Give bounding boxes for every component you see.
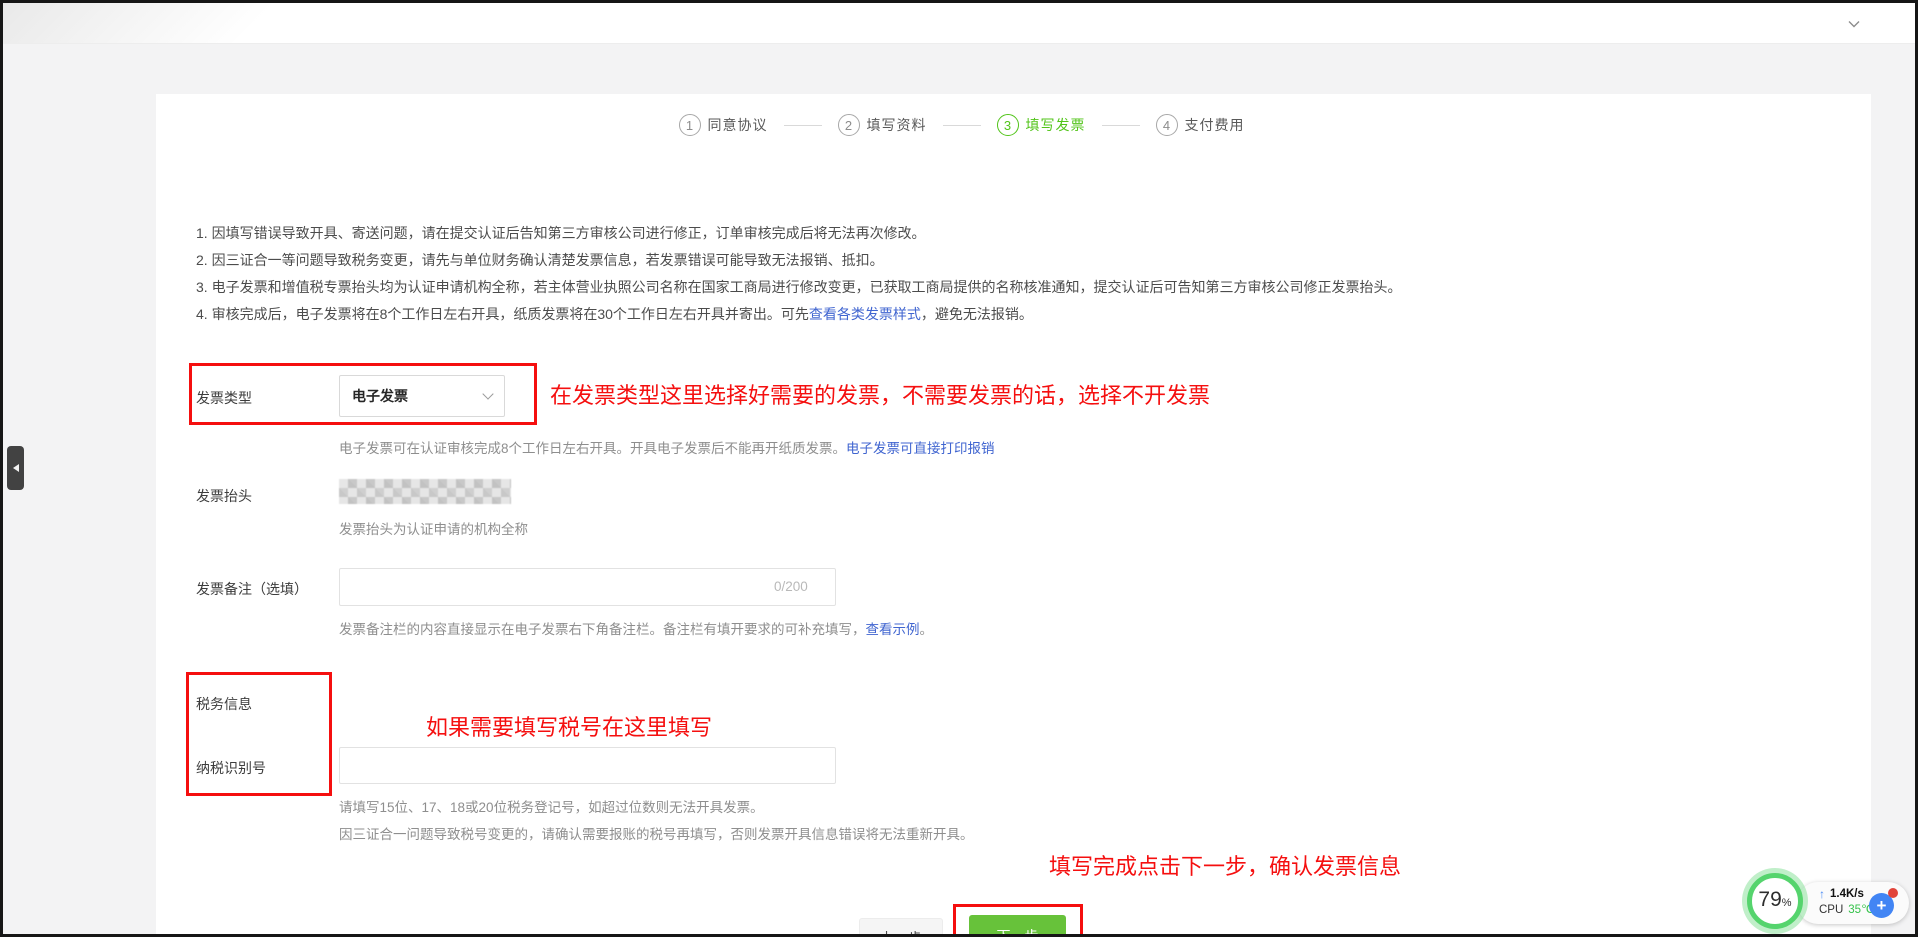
taxpayer-id-label: 纳税识别号: [196, 758, 266, 778]
print-reimburse-link[interactable]: 电子发票可直接打印报销: [846, 441, 995, 456]
step-connector: [943, 125, 981, 126]
invoice-remark-helper: 发票备注栏的内容直接显示在电子发票右下角备注栏。备注栏有填开要求的可补充填写，查…: [339, 618, 933, 638]
invoice-remark-label: 发票备注（选填）: [196, 579, 308, 599]
app-window: 1 同意协议 2 填写资料 3 填写发票 4 支付费用 1. 因填写错误导致开具…: [0, 0, 1918, 937]
invoice-type-helper: 电子发票可在认证审核完成8个工作日左右开具。开具电子发票后不能再开纸质发票。电子…: [339, 437, 995, 457]
chevron-left-icon: [9, 464, 19, 472]
annotation-text-next-step: 填写完成点击下一步，确认发票信息: [1049, 849, 1401, 881]
cpu-label: CPU: [1819, 902, 1843, 918]
tax-helper-line-2: 因三证合一问题导致税号变更的，请确认需要报账的税号再填写，否则发票开具信息错误将…: [339, 823, 974, 843]
annotation-box-invoice-type: [189, 363, 537, 425]
stepper: 1 同意协议 2 填写资料 3 填写发票 4 支付费用: [104, 114, 1819, 136]
step-number: 3: [997, 114, 1019, 136]
network-speed: 1.4K/s: [1830, 886, 1864, 902]
step-connector: [784, 125, 822, 126]
invoice-title-label: 发票抬头: [196, 486, 252, 506]
note-line-3: 3. 电子发票和增值税专票抬头均为认证申请机构全称，若主体营业执照公司名称在国家…: [196, 274, 1402, 301]
remark-helper-text-end: 。: [920, 622, 934, 637]
step-pay: 4 支付费用: [1156, 114, 1245, 136]
step-fill-info: 2 填写资料: [838, 114, 927, 136]
step-label: 填写发票: [1026, 115, 1086, 135]
taxpayer-id-input[interactable]: [339, 747, 836, 784]
step-label: 同意协议: [708, 115, 768, 135]
upload-arrow-icon: ↑: [1819, 886, 1825, 902]
step-fill-invoice: 3 填写发票: [997, 114, 1086, 136]
note-line-4: 4. 审核完成后，电子发票将在8个工作日左右开具，纸质发票将在30个工作日左右开…: [196, 301, 1402, 328]
note-line-1: 1. 因填写错误导致开具、寄送问题，请在提交认证后告知第三方审核公司进行修正，订…: [196, 220, 1402, 247]
usage-percent-unit: %: [1782, 897, 1792, 909]
invoice-notes: 1. 因填写错误导致开具、寄送问题，请在提交认证后告知第三方审核公司进行修正，订…: [196, 220, 1402, 328]
step-number: 2: [838, 114, 860, 136]
annotation-text-tax: 如果需要填写税号在这里填写: [426, 710, 712, 742]
invoice-form-card: 1 同意协议 2 填写资料 3 填写发票 4 支付费用 1. 因填写错误导致开具…: [156, 94, 1871, 937]
invoice-title-helper: 发票抬头为认证申请的机构全称: [339, 518, 528, 538]
prev-step-button[interactable]: 上一步: [859, 918, 943, 937]
note-line-4-text: 4. 审核完成后，电子发票将在8个工作日左右开具，纸质发票将在30个工作日左右开…: [196, 306, 809, 322]
invoice-title-redacted-value: [339, 479, 511, 504]
sidebar-collapse-handle[interactable]: [7, 446, 24, 490]
note-line-2: 2. 因三证合一等问题导致税务变更，请先与单位财务确认清楚发票信息，若发票错误可…: [196, 247, 1402, 274]
invoice-type-helper-text: 电子发票可在认证审核完成8个工作日左右开具。开具电子发票后不能再开纸质发票。: [339, 441, 846, 456]
notification-dot: [1888, 888, 1898, 898]
step-label: 填写资料: [867, 115, 927, 135]
annotation-box-next-button: [953, 904, 1083, 937]
step-number: 4: [1156, 114, 1178, 136]
invoice-remark-input[interactable]: [339, 568, 836, 606]
annotation-text-invoice-type: 在发票类型这里选择好需要的发票，不需要发票的话，选择不开发票: [550, 378, 1210, 410]
view-example-link[interactable]: 查看示例: [866, 622, 920, 637]
remark-char-counter: 0/200: [774, 579, 808, 594]
step-label: 支付费用: [1185, 115, 1245, 135]
remark-helper-text: 发票备注栏的内容直接显示在电子发票右下角备注栏。备注栏有填开要求的可补充填写，: [339, 622, 866, 637]
tax-helper-line-1: 请填写15位、17、18或20位税务登记号，如超过位数则无法开具发票。: [339, 796, 764, 816]
invoice-samples-link[interactable]: 查看各类发票样式: [809, 306, 921, 322]
step-number: 1: [679, 114, 701, 136]
usage-percent: 79: [1758, 878, 1781, 922]
chevron-down-icon[interactable]: [1843, 14, 1865, 34]
step-agree: 1 同意协议: [679, 114, 768, 136]
note-line-4-text-end: ，避免无法报销。: [921, 306, 1033, 322]
memory-usage-gauge[interactable]: 79%: [1747, 873, 1803, 929]
step-connector: [1102, 125, 1140, 126]
top-bar: [3, 3, 1915, 44]
